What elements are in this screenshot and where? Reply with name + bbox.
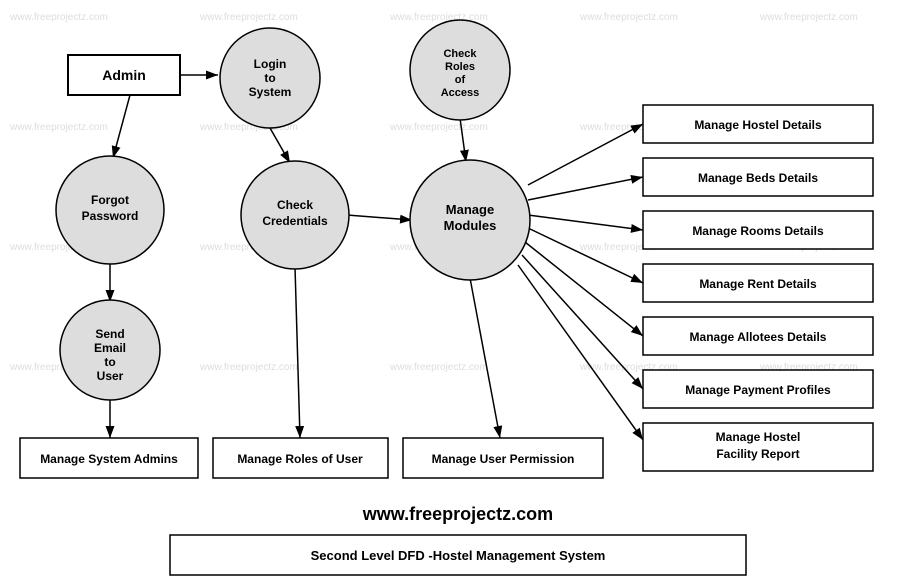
manage-rent-label: Manage Rent Details xyxy=(699,277,817,291)
arrow-creds-roles xyxy=(295,267,300,438)
watermark: www.freeprojectz.com xyxy=(389,122,488,133)
arrow-modules-hostel xyxy=(528,124,643,185)
check-roles-label3: of xyxy=(455,74,466,86)
website-label: www.freeprojectz.com xyxy=(362,504,553,524)
admin-label: Admin xyxy=(102,67,146,83)
forgot-pwd-label2: Password xyxy=(82,209,139,223)
manage-facility-label2: Facility Report xyxy=(716,447,799,461)
watermark: www.freeprojectz.com xyxy=(579,12,678,23)
manage-roles-label: Manage Roles of User xyxy=(237,452,363,466)
check-roles-label1: Check xyxy=(443,48,477,60)
manage-payment-label: Manage Payment Profiles xyxy=(685,383,831,397)
footer-title: Second Level DFD -Hostel Management Syst… xyxy=(311,548,606,563)
watermark: www.freeprojectz.com xyxy=(199,12,298,23)
manage-facility-label1: Manage Hostel xyxy=(716,430,801,444)
login-label3: System xyxy=(249,85,292,99)
manage-user-perm-label: Manage User Permission xyxy=(432,452,575,466)
manage-admins-label: Manage System Admins xyxy=(40,452,178,466)
send-email-label2: Email xyxy=(94,341,126,355)
check-creds-label2: Credentials xyxy=(262,214,328,228)
send-email-label1: Send xyxy=(95,327,124,341)
watermark: www.freeprojectz.com xyxy=(9,122,108,133)
watermark: www.freeprojectz.com xyxy=(9,12,108,23)
arrow-modules-beds xyxy=(528,177,643,200)
send-email-label3: to xyxy=(104,355,115,369)
arrow-modules-rent xyxy=(528,228,643,283)
watermark: www.freeprojectz.com xyxy=(759,12,858,23)
forgot-pwd-label1: Forgot xyxy=(91,193,129,207)
check-roles-label2: Roles xyxy=(445,61,475,73)
check-creds-label1: Check xyxy=(277,198,313,212)
arrow-modules-rooms xyxy=(528,215,643,230)
arrow-admin-forgot xyxy=(113,95,130,158)
arrow-modules-allotees xyxy=(525,242,643,336)
manage-rooms-label: Manage Rooms Details xyxy=(692,224,824,238)
arrow-modules-userperm xyxy=(470,278,500,438)
manage-modules-label1: Manage xyxy=(446,202,494,217)
manage-hostel-label: Manage Hostel Details xyxy=(694,118,822,132)
dfd-diagram: www.freeprojectz.com www.freeprojectz.co… xyxy=(0,0,916,587)
login-label: Login xyxy=(254,57,287,71)
diagram-container: www.freeprojectz.com www.freeprojectz.co… xyxy=(0,0,916,587)
watermark: www.freeprojectz.com xyxy=(199,362,298,373)
arrow-modules-facility xyxy=(518,265,643,440)
arrow-creds-modules xyxy=(347,215,412,220)
login-label2: to xyxy=(264,71,275,85)
manage-allotees-label: Manage Allotees Details xyxy=(690,330,827,344)
manage-modules-label2: Modules xyxy=(444,218,497,233)
check-roles-label4: Access xyxy=(441,87,480,99)
watermark: www.freeprojectz.com xyxy=(389,362,488,373)
arrow-login-checkcreds xyxy=(270,128,290,163)
manage-beds-label: Manage Beds Details xyxy=(698,171,818,185)
send-email-label4: User xyxy=(97,369,124,383)
